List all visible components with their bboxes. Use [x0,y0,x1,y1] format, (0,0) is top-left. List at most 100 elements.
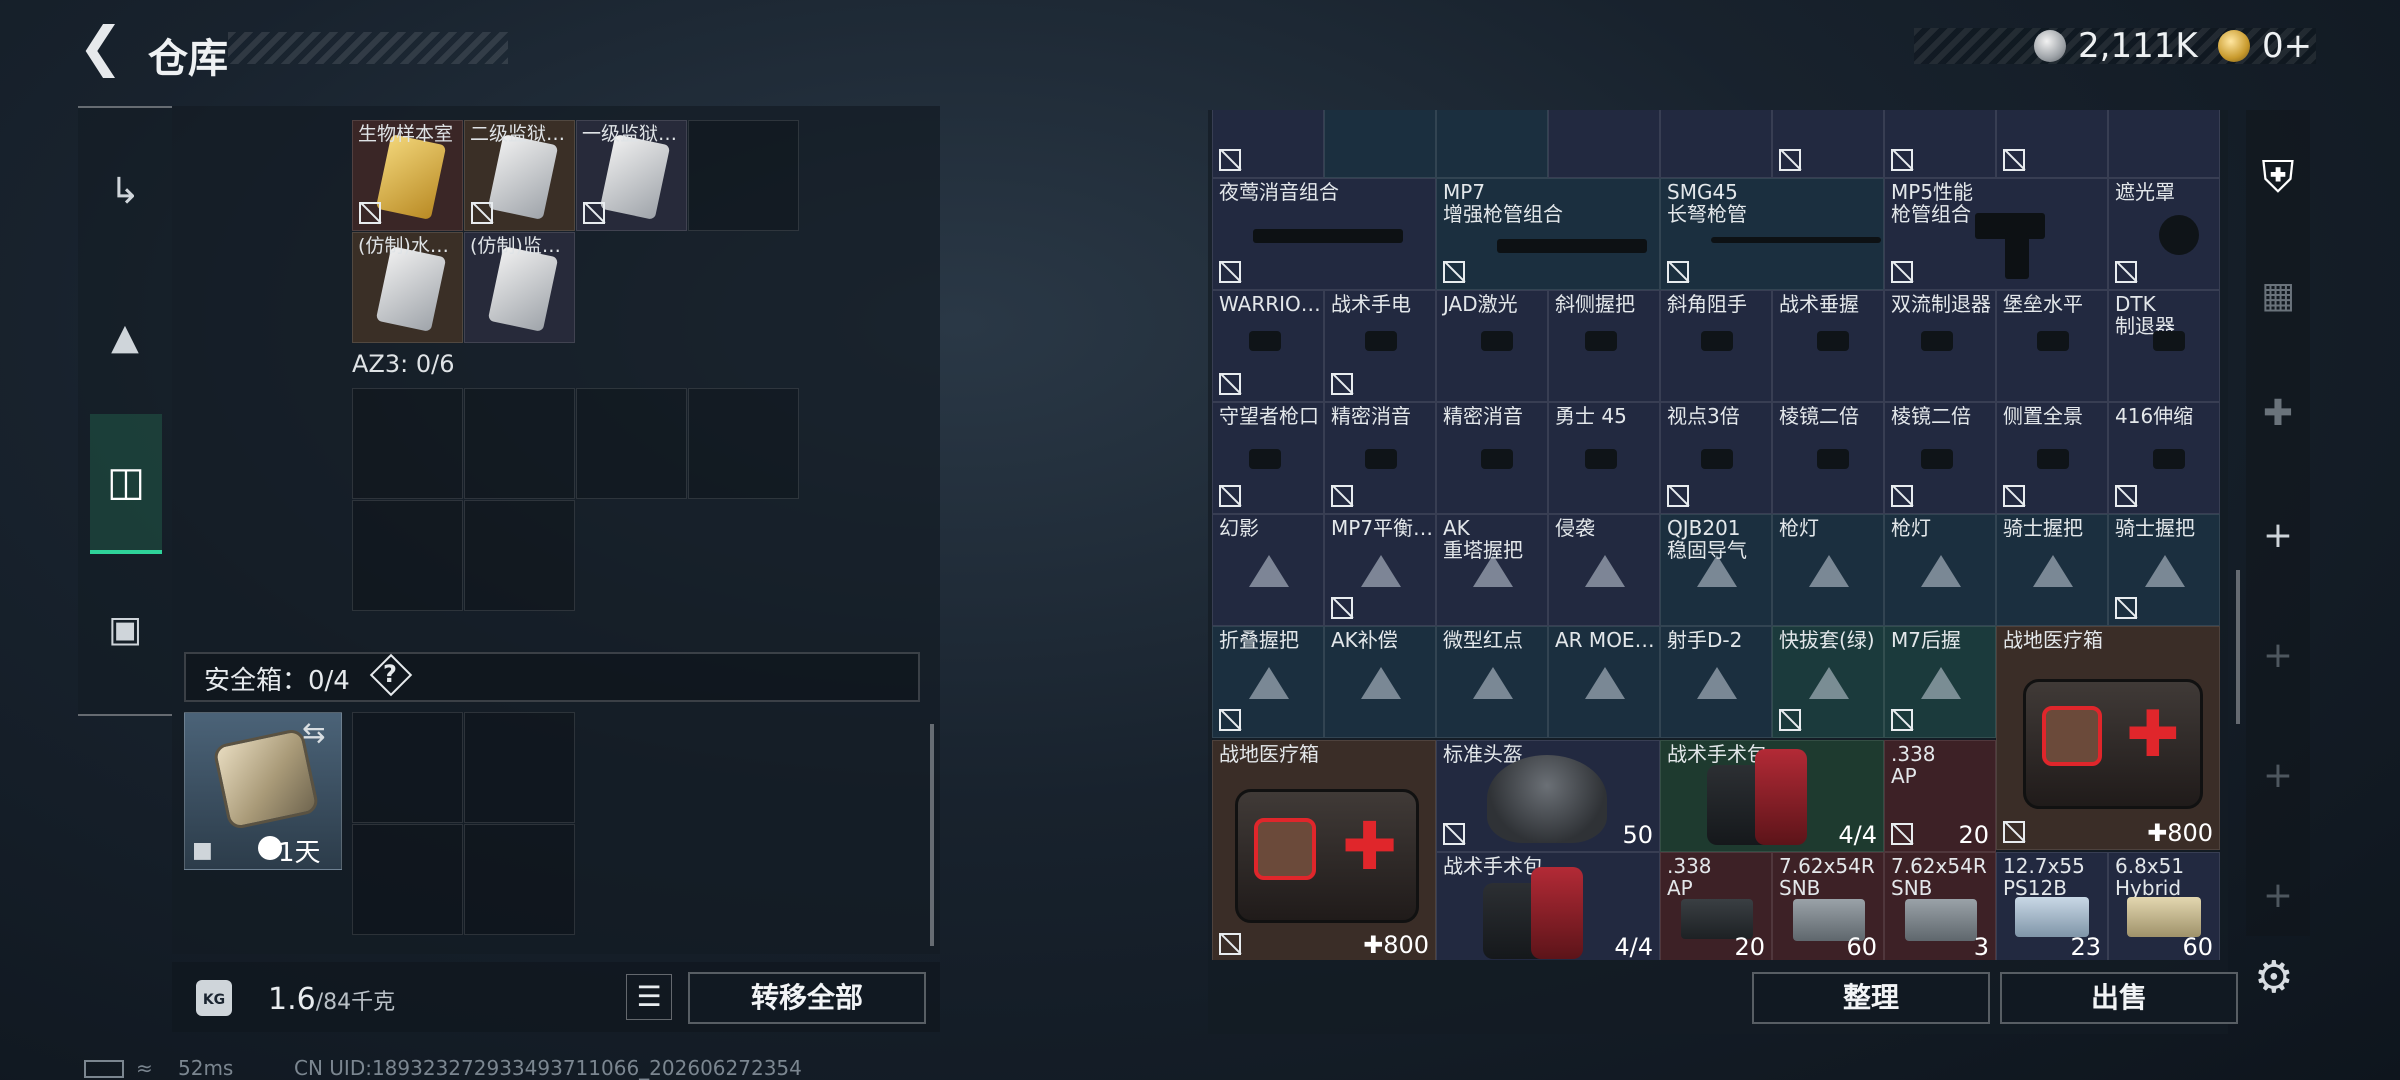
item-cell[interactable]: 折叠握把 [1212,626,1324,738]
settings-gear-icon[interactable]: ⚙ [2254,952,2293,1003]
item-cell[interactable]: 侵袭 [1548,514,1660,626]
empty-slot[interactable] [464,388,575,499]
item-cell[interactable]: 棱镜二倍 [1884,402,1996,514]
item-cell[interactable]: MP7平衡… [1324,514,1436,626]
ammo-cell[interactable]: 7.62x54R SNB 60 [1772,852,1884,960]
item-cell[interactable]: 幻影 [1212,514,1324,626]
backpack-icon[interactable]: ▲ [92,304,158,370]
empty-slot[interactable] [352,712,463,823]
item-cell[interactable] [1660,110,1772,178]
item-cell[interactable]: 夜莺消音组合 [1212,178,1436,290]
item-cell[interactable]: 侧置全景 [1996,402,2108,514]
item-cell[interactable]: 双流制退器 [1884,290,1996,402]
plus-icon[interactable]: + [2252,630,2304,682]
ammo-cell[interactable]: .338 AP 20 [1660,852,1772,960]
item-cell[interactable]: 战术垂握 [1772,290,1884,402]
firstaid-kit-cell[interactable]: 战地医疗箱 ✚ ✚800 [1212,740,1436,960]
empty-slot[interactable] [352,500,463,611]
ammo-cell[interactable]: .338 AP 20 [1884,740,1996,852]
organize-button[interactable]: 整理 [1752,972,1990,1024]
item-cell[interactable] [2108,110,2220,178]
safe-case-icon[interactable]: ◫ [90,414,162,554]
empty-slot[interactable] [576,388,687,499]
item-cell[interactable]: 骑士握把 [1996,514,2108,626]
item-cell[interactable]: 射手D-2 [1660,626,1772,738]
item-cell[interactable] [1324,110,1436,178]
ammo-cell[interactable]: 12.7x55 PS12B 23 [1996,852,2108,960]
surgical-kit-cell[interactable]: 战术手术包 4/4 [1436,852,1660,960]
item-cell[interactable]: 精密消音 [1436,402,1548,514]
ammo-cell[interactable]: 7.62x54R SNB 3 [1884,852,1996,960]
item-cell[interactable]: WARRIO… [1212,290,1324,402]
item-cell[interactable]: MP7 增强枪管组合 [1436,178,1660,290]
item-cell[interactable] [1436,110,1548,178]
gun-icon[interactable]: ↳ [92,158,158,224]
briefcase-icon[interactable]: ▣ [92,596,158,662]
ammo-cell[interactable]: 6.8x51 Hybrid 60 [2108,852,2220,960]
firstaid-kit-cell[interactable]: 战地医疗箱 ✚ ✚800 [1996,626,2220,850]
left-scrollbar[interactable] [930,724,934,946]
armor-icon[interactable]: ⛨ [2252,152,2304,204]
helmet-cell[interactable]: 标准头盔 50 [1436,740,1660,852]
item-cell[interactable]: AK 重塔握把 [1436,514,1548,626]
medkit-plus-icon[interactable]: ✚ [2252,388,2304,440]
item-cell[interactable]: DTK 制退器 [2108,290,2220,402]
no-bind-icon [1667,261,1689,283]
item-cell[interactable] [1884,110,1996,178]
item-cell[interactable]: 生物样本室 [352,120,463,231]
empty-slot[interactable] [464,824,575,935]
plus-icon[interactable]: + [2252,870,2304,922]
item-cell[interactable] [1548,110,1660,178]
item-cell[interactable]: JAD激光 [1436,290,1548,402]
surgical-kit-cell[interactable]: 战术手术包 4/4 [1660,740,1884,852]
item-cell[interactable]: QJB201 稳固导气 [1660,514,1772,626]
item-cell[interactable]: 守望者枪口 [1212,402,1324,514]
item-cell[interactable] [1212,110,1324,178]
item-cell[interactable]: 棱镜二倍 [1772,402,1884,514]
empty-slot[interactable] [464,712,575,823]
item-cell[interactable]: 骑士握把 [2108,514,2220,626]
plus-icon[interactable]: + [2252,750,2304,802]
item-cell[interactable]: (仿制)水… [352,232,463,343]
item-cell[interactable]: 斜侧握把 [1548,290,1660,402]
item-cell[interactable]: 一级监狱… [576,120,687,231]
item-cell[interactable]: 精密消音 [1324,402,1436,514]
item-cell[interactable]: 遮光罩 [2108,178,2220,290]
item-cell[interactable]: 战术手电 [1324,290,1436,402]
item-cell[interactable]: 微型红点 [1436,626,1548,738]
right-scrollbar[interactable] [2236,570,2240,724]
item-cell[interactable]: AK补偿 [1324,626,1436,738]
empty-slot[interactable] [688,120,799,231]
item-cell[interactable]: 勇士 45 [1548,402,1660,514]
item-cell[interactable] [1772,110,1884,178]
no-bind-icon [1891,149,1913,171]
item-cell[interactable]: 快拔套(绿) [1772,626,1884,738]
item-cell[interactable]: 二级监狱… [464,120,575,231]
item-cell[interactable]: 堡垒水平 [1996,290,2108,402]
item-cell[interactable]: 枪灯 [1772,514,1884,626]
item-cell[interactable]: 斜角阻手 [1660,290,1772,402]
item-cell[interactable]: SMG45 长弩枪管 [1660,178,1884,290]
item-cell[interactable]: (仿制)监… [464,232,575,343]
item-cell[interactable]: 416伸缩 [2108,402,2220,514]
item-cell[interactable] [1996,110,2108,178]
item-cell[interactable]: M7后握 [1884,626,1996,738]
help-label[interactable]: ? [383,660,397,688]
empty-slot[interactable] [464,500,575,611]
item-cell[interactable]: 视点3倍 [1660,402,1772,514]
empty-slot[interactable] [352,388,463,499]
transfer-all-button[interactable]: 转移全部 [688,972,926,1024]
rig-icon[interactable]: ▦ [2252,270,2304,322]
item-cell[interactable]: MP5性能 枪管组合 [1884,178,2108,290]
back-arrow-icon[interactable]: ❮ [78,20,124,74]
plus-icon[interactable]: + [2252,510,2304,562]
attachment-icon [1365,449,1397,469]
empty-slot[interactable] [352,824,463,935]
placeholder-icon [1473,667,1513,699]
item-cell[interactable]: AR MOE… [1548,626,1660,738]
item-cell[interactable]: 枪灯 [1884,514,1996,626]
swap-icon[interactable]: ⇆ [302,716,325,749]
list-view-button[interactable]: ☰ [626,974,672,1020]
sell-button[interactable]: 出售 [2000,972,2238,1024]
empty-slot[interactable] [688,388,799,499]
